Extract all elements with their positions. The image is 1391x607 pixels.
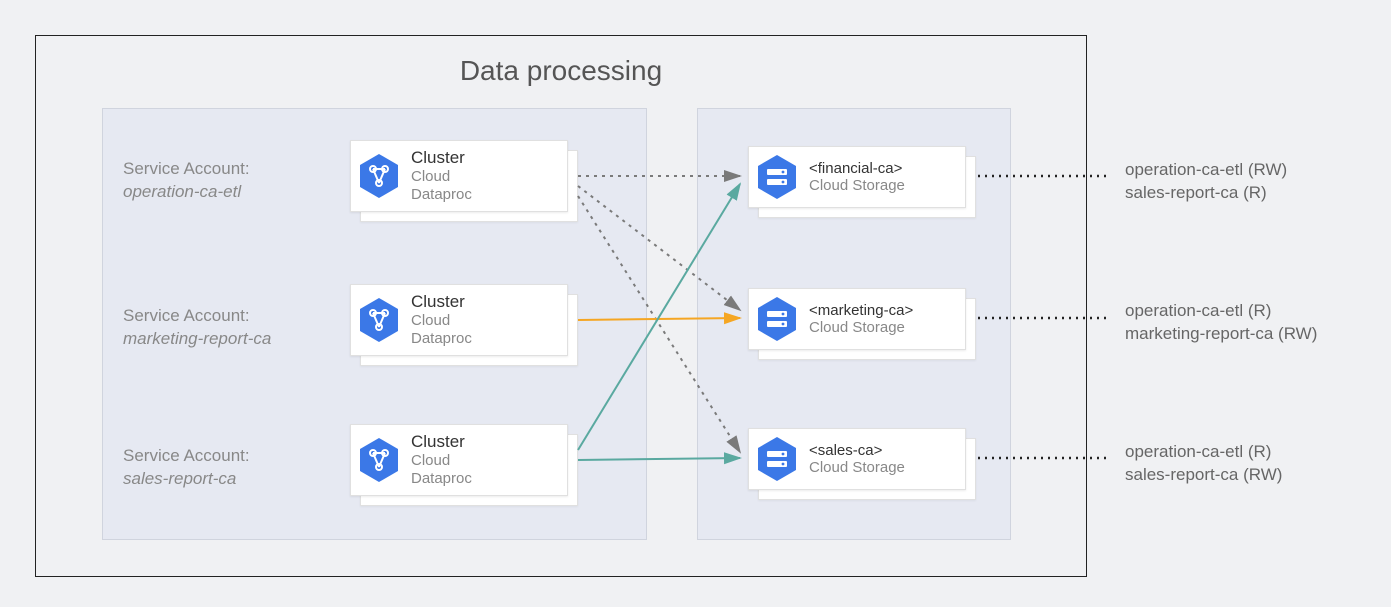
card-title: Cluster bbox=[411, 148, 472, 168]
dataproc-icon bbox=[359, 153, 399, 199]
sa-name: sales-report-ca bbox=[123, 468, 250, 491]
storage-card: <sales-ca> Cloud Storage bbox=[748, 428, 966, 490]
diagram-title: Data processing bbox=[35, 55, 1087, 87]
card-title: Cluster bbox=[411, 292, 472, 312]
perm-line: sales-report-ca (RW) bbox=[1125, 464, 1282, 487]
card-title: <sales-ca> bbox=[809, 442, 905, 459]
sa-prefix: Service Account: bbox=[123, 305, 271, 328]
sa-prefix: Service Account: bbox=[123, 158, 250, 181]
card-sub: Cloud bbox=[411, 452, 472, 470]
card-sub: Cloud Storage bbox=[809, 177, 905, 195]
card-title: <marketing-ca> bbox=[809, 302, 913, 319]
sa-name: operation-ca-etl bbox=[123, 181, 250, 204]
card-sub: Cloud Storage bbox=[809, 319, 913, 337]
service-account-label: Service Account: operation-ca-etl bbox=[123, 158, 250, 204]
cluster-card: Cluster Cloud Dataproc bbox=[350, 424, 568, 496]
card-title: <financial-ca> bbox=[809, 160, 905, 177]
cloud-storage-icon bbox=[757, 296, 797, 342]
perm-line: operation-ca-etl (RW) bbox=[1125, 159, 1287, 182]
cluster-card: Cluster Cloud Dataproc bbox=[350, 284, 568, 356]
permissions-label: operation-ca-etl (RW) sales-report-ca (R… bbox=[1125, 159, 1287, 205]
permissions-label: operation-ca-etl (R) sales-report-ca (RW… bbox=[1125, 441, 1282, 487]
dataproc-icon bbox=[359, 297, 399, 343]
perm-line: sales-report-ca (R) bbox=[1125, 182, 1287, 205]
cloud-storage-icon bbox=[757, 154, 797, 200]
dataproc-icon bbox=[359, 437, 399, 483]
card-sub: Cloud Storage bbox=[809, 459, 905, 477]
card-sub: Cloud bbox=[411, 312, 472, 330]
sa-name: marketing-report-ca bbox=[123, 328, 271, 351]
perm-line: operation-ca-etl (R) bbox=[1125, 441, 1282, 464]
sa-prefix: Service Account: bbox=[123, 445, 250, 468]
card-sub: Dataproc bbox=[411, 470, 472, 488]
cloud-storage-icon bbox=[757, 436, 797, 482]
storage-card: <marketing-ca> Cloud Storage bbox=[748, 288, 966, 350]
permissions-label: operation-ca-etl (R) marketing-report-ca… bbox=[1125, 300, 1317, 346]
service-account-label: Service Account: sales-report-ca bbox=[123, 445, 250, 491]
service-account-label: Service Account: marketing-report-ca bbox=[123, 305, 271, 351]
card-sub: Cloud bbox=[411, 168, 472, 186]
card-sub: Dataproc bbox=[411, 330, 472, 348]
cluster-card: Cluster Cloud Dataproc bbox=[350, 140, 568, 212]
perm-line: marketing-report-ca (RW) bbox=[1125, 323, 1317, 346]
storage-card: <financial-ca> Cloud Storage bbox=[748, 146, 966, 208]
card-title: Cluster bbox=[411, 432, 472, 452]
perm-line: operation-ca-etl (R) bbox=[1125, 300, 1317, 323]
card-sub: Dataproc bbox=[411, 186, 472, 204]
